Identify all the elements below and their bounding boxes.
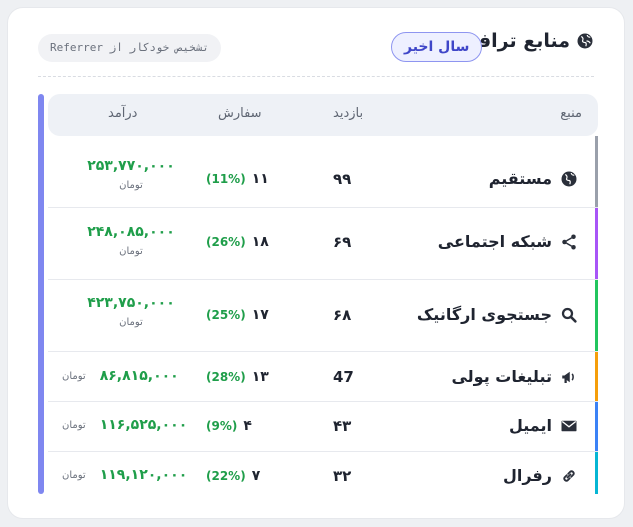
visits-value: 47 [333, 368, 354, 386]
source-cell: شبکه اجتماعی [438, 232, 578, 251]
currency-label: تومان [119, 317, 143, 328]
source-cell: رفرال [503, 466, 578, 485]
card-header: منابع ترافیک سال اخیر تشخیص خودکار از Re… [8, 8, 624, 78]
traffic-table: منبع بازدید سفارش درآمد مستقیم ۹۹ (11%) ۱… [48, 94, 598, 494]
revenue-amount: ۲۴۸,۰۸۵,۰۰۰ [87, 224, 175, 240]
source-cell: ایمیل [509, 416, 578, 435]
column-header-revenue[interactable]: درآمد [108, 106, 137, 121]
orders-percent: (26%) [206, 235, 246, 249]
source-label: ایمیل [508, 416, 552, 435]
revenue-amount: ۴۲۳,۷۵۰,۰۰۰ [87, 295, 175, 311]
share-icon [562, 234, 576, 249]
revenue-amount: ۲۵۳,۷۷۰,۰۰۰ [87, 158, 175, 174]
revenue-cell: ۴۲۳,۷۵۰,۰۰۰ تومان [76, 295, 186, 328]
currency-label: تومان [62, 419, 86, 431]
table-row[interactable]: ایمیل ۴۳ (9%) ۴ تومان ۱۱۶,۵۲۵,۰۰۰ [48, 402, 598, 452]
table-row[interactable]: شبکه اجتماعی ۶۹ (26%) ۱۸ ۲۴۸,۰۸۵,۰۰۰ توما… [48, 208, 598, 280]
orders-value: (26%) ۱۸ [206, 234, 269, 250]
revenue-amount: ۱۱۶,۵۲۵,۰۰۰ [99, 417, 188, 433]
table-row[interactable]: مستقیم ۹۹ (11%) ۱۱ ۲۵۳,۷۷۰,۰۰۰ تومان [48, 136, 598, 208]
orders-value: (25%) ۱۷ [206, 307, 269, 323]
revenue-cell: تومان ۱۱۹,۱۲۰,۰۰۰ [62, 467, 187, 483]
currency-label: تومان [119, 180, 143, 191]
table-row[interactable]: تبلیغات پولی 47 (28%) ۱۳ تومان ۸۶,۸۱۵,۰۰۰ [48, 352, 598, 402]
globe-icon [561, 171, 577, 186]
megaphone-icon [562, 371, 574, 383]
source-label: مستقیم [488, 169, 552, 188]
table-scroll-area[interactable]: منبع بازدید سفارش درآمد مستقیم ۹۹ (11%) ۱… [38, 94, 598, 494]
globe-icon [577, 33, 593, 49]
revenue-cell: تومان ۸۶,۸۱۵,۰۰۰ [62, 368, 179, 384]
orders-percent: (11%) [206, 172, 246, 186]
source-label: تبلیغات پولی [451, 367, 552, 386]
table-header: منبع بازدید سفارش درآمد [48, 94, 598, 136]
source-cell: تبلیغات پولی [451, 367, 578, 386]
period-filter-button[interactable]: سال اخیر [391, 32, 483, 62]
orders-value: (28%) ۱۳ [206, 369, 269, 385]
visits-value: ۴۳ [333, 417, 352, 435]
source-cell: جستجوی ارگانیک [417, 305, 578, 324]
source-label: جستجوی ارگانیک [416, 305, 552, 324]
currency-label: تومان [62, 370, 86, 382]
source-color-bar [595, 208, 598, 279]
visits-value: ۳۲ [333, 467, 352, 485]
scrollbar-thumb[interactable] [38, 94, 44, 494]
source-color-bar [595, 452, 598, 494]
orders-percent: (9%) [206, 419, 238, 433]
column-header-source[interactable]: منبع [560, 106, 582, 121]
source-color-bar [595, 402, 598, 451]
source-label: رفرال [502, 466, 552, 485]
revenue-cell: تومان ۱۱۶,۵۲۵,۰۰۰ [62, 417, 187, 433]
search-icon [561, 307, 577, 323]
visits-value: ۹۹ [333, 170, 352, 188]
currency-label: تومان [62, 469, 86, 481]
orders-count: ۱۳ [251, 369, 269, 385]
currency-label: تومان [119, 246, 143, 257]
orders-count: ۷ [251, 468, 261, 484]
source-color-bar [595, 352, 598, 401]
orders-count: ۱۱ [251, 171, 269, 187]
link-icon [563, 469, 575, 482]
column-header-visits[interactable]: بازدید [333, 106, 363, 121]
orders-count: ۴ [243, 418, 252, 434]
auto-detect-badge: تشخیص خودکار از Referrer [38, 34, 221, 62]
orders-value: (9%) ۴ [206, 418, 252, 434]
source-label: شبکه اجتماعی [437, 232, 552, 251]
revenue-cell: ۲۵۳,۷۷۰,۰۰۰ تومان [76, 158, 186, 191]
orders-value: (22%) ۷ [206, 468, 260, 484]
revenue-amount: ۸۶,۸۱۵,۰۰۰ [99, 368, 179, 384]
orders-count: ۱۷ [251, 307, 269, 323]
orders-value: (11%) ۱۱ [206, 171, 269, 187]
header-divider [38, 76, 594, 77]
revenue-cell: ۲۴۸,۰۸۵,۰۰۰ تومان [76, 224, 186, 257]
orders-percent: (28%) [206, 370, 246, 384]
mail-icon [561, 420, 577, 431]
visits-value: ۶۹ [333, 233, 352, 251]
orders-count: ۱۸ [251, 234, 269, 250]
column-header-orders[interactable]: سفارش [218, 106, 262, 121]
orders-percent: (25%) [206, 308, 246, 322]
table-row[interactable]: رفرال ۳۲ (22%) ۷ تومان ۱۱۹,۱۲۰,۰۰۰ [48, 452, 598, 494]
table-row[interactable]: جستجوی ارگانیک ۶۸ (25%) ۱۷ ۴۲۳,۷۵۰,۰۰۰ تو… [48, 280, 598, 352]
traffic-sources-card: منابع ترافیک سال اخیر تشخیص خودکار از Re… [7, 7, 625, 519]
orders-percent: (22%) [206, 469, 246, 483]
visits-value: ۶۸ [333, 306, 352, 324]
source-cell: مستقیم [489, 169, 578, 188]
revenue-amount: ۱۱۹,۱۲۰,۰۰۰ [99, 467, 188, 483]
source-color-bar [595, 136, 598, 207]
source-color-bar [595, 280, 598, 351]
